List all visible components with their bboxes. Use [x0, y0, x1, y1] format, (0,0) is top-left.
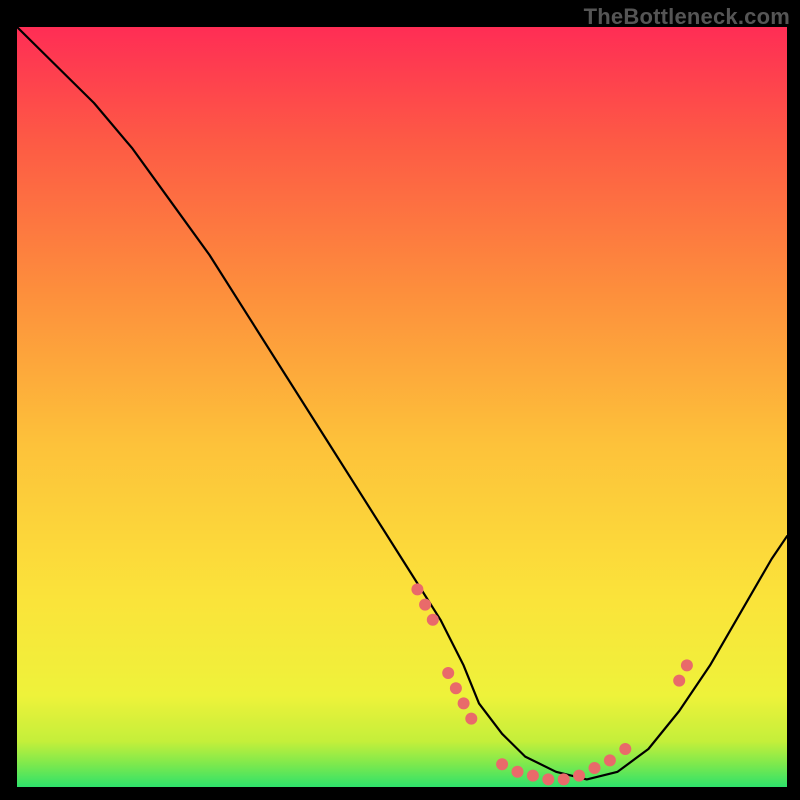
data-dot	[558, 773, 570, 785]
data-dot	[681, 659, 693, 671]
data-dot	[458, 697, 470, 709]
chart-frame: TheBottleneck.com	[0, 0, 800, 800]
data-dot	[419, 599, 431, 611]
watermark-text: TheBottleneck.com	[584, 4, 790, 30]
data-dots-group	[411, 583, 693, 785]
curve-line	[17, 27, 787, 779]
data-dot	[411, 583, 423, 595]
gradient-plot-area	[17, 27, 787, 787]
data-dot	[573, 770, 585, 782]
data-dot	[589, 762, 601, 774]
data-dot	[427, 614, 439, 626]
data-dot	[512, 766, 524, 778]
data-dot	[673, 675, 685, 687]
data-dot	[496, 758, 508, 770]
data-dot	[619, 743, 631, 755]
data-dot	[527, 770, 539, 782]
chart-svg	[17, 27, 787, 787]
data-dot	[542, 773, 554, 785]
data-dot	[465, 713, 477, 725]
data-dot	[442, 667, 454, 679]
data-dot	[450, 682, 462, 694]
data-dot	[604, 754, 616, 766]
